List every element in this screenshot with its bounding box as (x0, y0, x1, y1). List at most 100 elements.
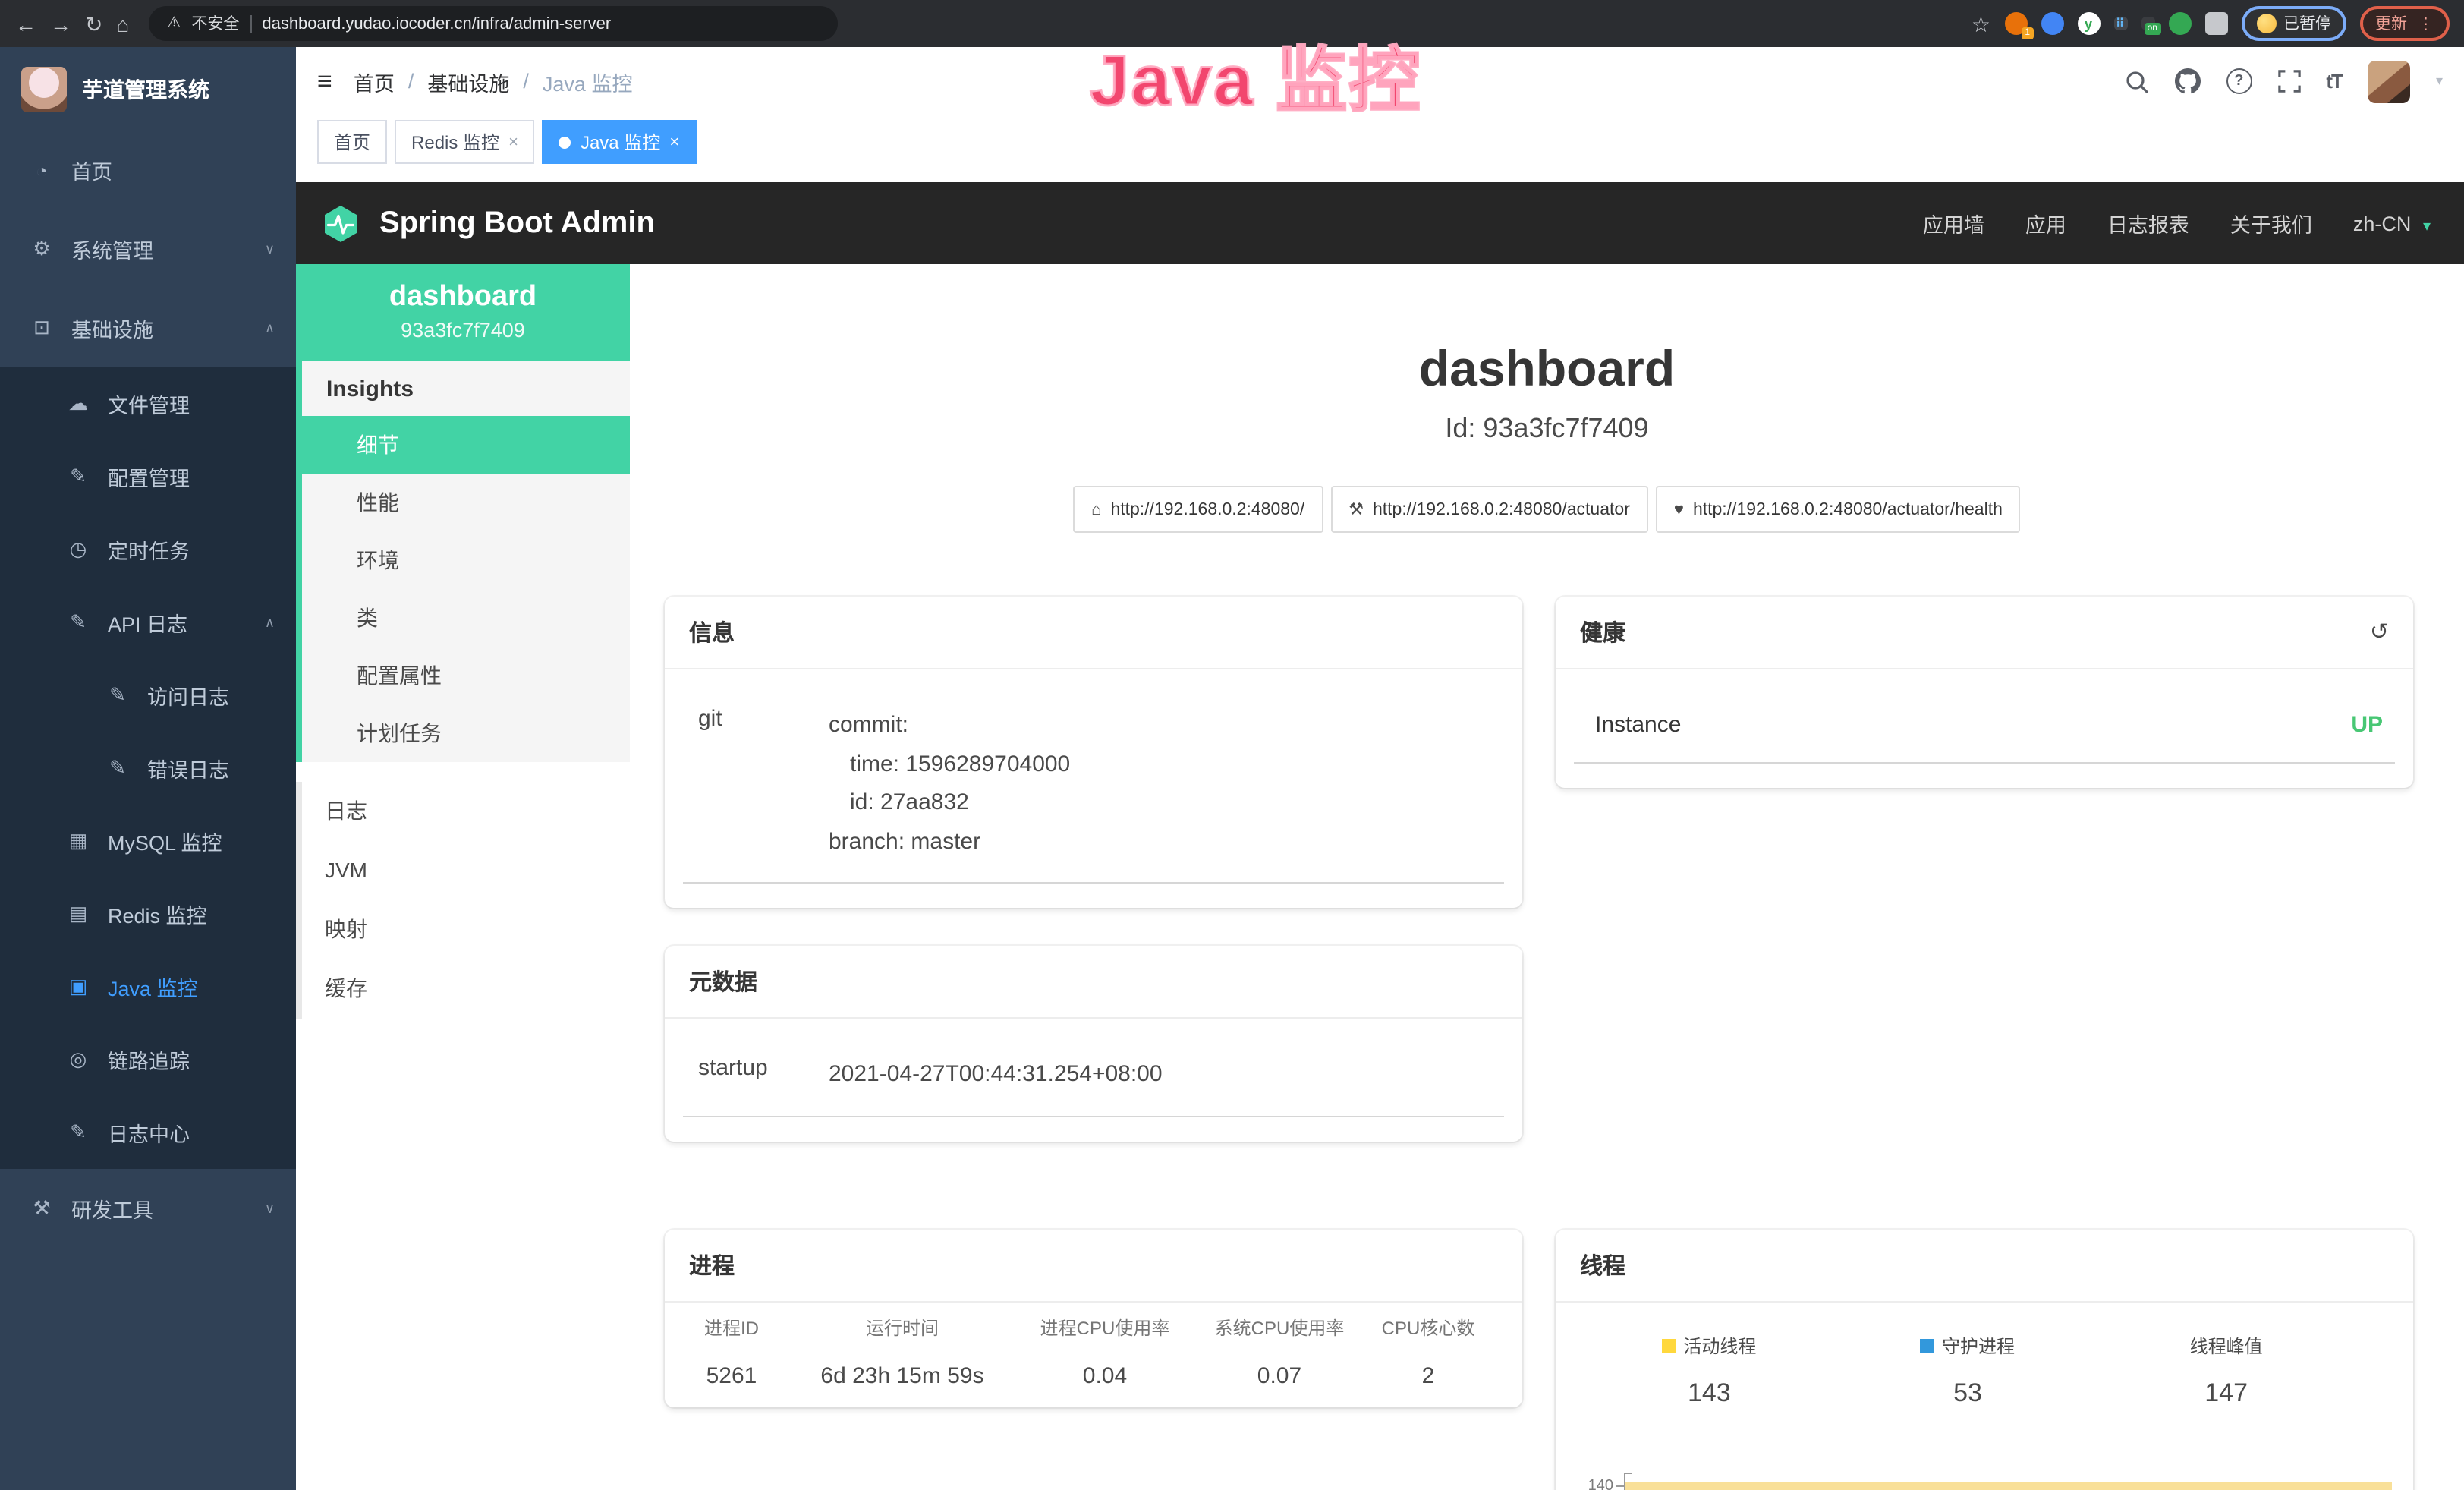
extension-icon-green[interactable] (2168, 12, 2191, 35)
sidebar-item-java-monitor[interactable]: ▣ Java 监控 (0, 950, 296, 1023)
breadcrumb-infrastructure[interactable]: 基础设施 (427, 66, 509, 96)
info-row-git: git commit: time: 1596289704000 id: 27aa… (683, 691, 1504, 884)
instance-id: 93a3fc7f7409 (302, 319, 624, 342)
gear-icon: ⚙ (30, 237, 53, 261)
toolbox-icon: ⚒ (30, 1196, 53, 1221)
menu-item-caches[interactable]: 缓存 (302, 959, 630, 1019)
menu-item-environment[interactable]: 环境 (302, 531, 630, 589)
menu-item-mappings[interactable]: 映射 (302, 900, 630, 959)
menu-item-details[interactable]: 细节 (302, 416, 630, 474)
cards-row-3: 进程 进程ID 运行时间 进程CPU使用率 系统CPU使用率 CPU核心数 (665, 1229, 2412, 1490)
menu-item-logging[interactable]: 日志 (302, 782, 630, 841)
service-url: http://192.168.0.2:48080/ (1110, 500, 1304, 518)
sidebar-item-redis-monitor[interactable]: ▤ Redis 监控 (0, 877, 296, 950)
sidebar-item-infrastructure[interactable]: ⊡ 基础设施 ∧ (0, 288, 296, 367)
history-icon[interactable]: ↺ (2370, 621, 2389, 644)
locale-label: zh-CN (2353, 212, 2412, 235)
menu-item-config-props[interactable]: 配置属性 (302, 647, 630, 704)
legend-label: 守护进程 (1942, 1332, 2015, 1358)
extension-icon-green-y[interactable]: y (2077, 12, 2100, 35)
legend-label: 线程峰值 (2190, 1332, 2263, 1358)
health-row-instance[interactable]: Instance UP (1574, 691, 2395, 764)
search-icon[interactable] (2124, 69, 2148, 93)
tab-home[interactable]: 首页 (317, 120, 387, 164)
help-icon[interactable]: ? (2226, 68, 2252, 94)
y-axis-tick-label: 140 (1574, 1477, 1613, 1490)
address-bar[interactable]: ⚠ 不安全 dashboard.yudao.iocoder.cn/infra/a… (149, 6, 838, 41)
app-logo-row[interactable]: 芋道管理系统 (0, 47, 296, 131)
edit-icon: ✎ (67, 610, 90, 635)
breadcrumb-home[interactable]: 首页 (354, 66, 395, 96)
tab-java-monitor[interactable]: Java 监控 × (543, 120, 696, 164)
chrome-update-button[interactable]: 更新 ⋮ (2360, 6, 2449, 41)
sidebar-item-file-manage[interactable]: ☁ 文件管理 (0, 367, 296, 440)
sba-locale-select[interactable]: zh-CN ▾ (2353, 212, 2431, 235)
extensions-puzzle-icon[interactable] (2204, 12, 2227, 35)
tags-view-bar: 首页 Redis 监控 × Java 监控 × (296, 115, 2464, 182)
chevron-down-icon: ▾ (2423, 218, 2431, 235)
main-column: ≡ 首页 / 基础设施 / Java 监控 ? tT ▾ (296, 47, 2464, 1490)
info-key: git (689, 706, 829, 861)
font-size-icon[interactable]: tT (2326, 70, 2342, 93)
sidebar-item-system[interactable]: ⚙ 系统管理 ∨ (0, 209, 296, 288)
extension-icon-grid[interactable]: ⠿ (2113, 17, 2127, 30)
tab-redis-monitor[interactable]: Redis 监控 × (395, 120, 535, 164)
sidebar-item-config-manage[interactable]: ✎ 配置管理 (0, 440, 296, 513)
sba-nav-applications[interactable]: 应用 (2025, 208, 2066, 238)
sidebar-toggle-icon[interactable]: ≡ (317, 66, 332, 96)
avatar-caret-icon[interactable]: ▾ (2436, 73, 2443, 90)
sba-body: dashboard 93a3fc7f7409 Insights 细节 性能 环境… (296, 264, 2464, 1490)
fullscreen-icon[interactable] (2277, 70, 2300, 93)
service-url-button[interactable]: ⌂ http://192.168.0.2:48080/ (1073, 486, 1323, 533)
git-branch-line: branch: master (829, 822, 1498, 861)
breadcrumb-separator: / (408, 70, 414, 93)
actuator-url-button[interactable]: ⚒ http://192.168.0.2:48080/actuator (1330, 486, 1648, 533)
sidebar-item-api-log[interactable]: ✎ API 日志 ∧ (0, 586, 296, 659)
insights-section-title: Insights (302, 361, 630, 416)
threads-body: 活动线程 守护进程 线程峰值 (1556, 1302, 2413, 1490)
sba-nav-wallboard[interactable]: 应用墙 (1923, 208, 1984, 238)
profile-badge[interactable]: 已暂停 (2241, 6, 2346, 41)
sba-brand-title[interactable]: Spring Boot Admin (379, 206, 655, 241)
sidebar-item-error-log[interactable]: ✎ 错误日志 (0, 732, 296, 805)
sidebar-item-label: 基础设施 (71, 313, 153, 343)
menu-item-classes[interactable]: 类 (302, 589, 630, 647)
breadcrumb-current: Java 监控 (543, 66, 633, 96)
sba-nav-about[interactable]: 关于我们 (2230, 208, 2312, 238)
menu-item-scheduled-tasks[interactable]: 计划任务 (302, 704, 630, 762)
browser-forward-icon[interactable]: → (50, 13, 71, 34)
peak-threads-value: 147 (2097, 1378, 2355, 1408)
instance-title-block: dashboard Id: 93a3fc7f7409 ⌂ http://192.… (630, 340, 2464, 533)
browser-reload-icon[interactable]: ↻ (85, 13, 102, 34)
extension-icon-blue[interactable] (2041, 12, 2063, 35)
github-icon[interactable] (2174, 68, 2200, 94)
browser-menu-icon[interactable]: ⋮ (2418, 14, 2434, 33)
menu-item-jvm[interactable]: JVM (302, 841, 630, 900)
sidebar-item-log-center[interactable]: ✎ 日志中心 (0, 1096, 296, 1169)
user-avatar[interactable] (2368, 60, 2410, 102)
close-icon[interactable]: × (508, 133, 518, 151)
health-card: 健康 ↺ Instance UP (1556, 597, 2413, 788)
sidebar-item-scheduled-jobs[interactable]: ◷ 定时任务 (0, 513, 296, 586)
menu-item-metrics[interactable]: 性能 (302, 474, 630, 531)
browser-home-icon[interactable]: ⌂ (116, 13, 129, 34)
sidebar-item-home[interactable]: ◔ 首页 (0, 131, 296, 209)
sba-nav-journal[interactable]: 日志报表 (2107, 208, 2189, 238)
extension-icon-orange[interactable]: 1 (2004, 12, 2027, 35)
y-axis-tick (1616, 1485, 1624, 1486)
sidebar-item-devtools[interactable]: ⚒ 研发工具 ∨ (0, 1169, 296, 1248)
profile-face-icon (2256, 14, 2276, 33)
sidebar-item-trace[interactable]: ◎ 链路追踪 (0, 1023, 296, 1096)
health-url-button[interactable]: ♥ http://192.168.0.2:48080/actuator/heal… (1656, 486, 2021, 533)
sidebar-item-mysql-monitor[interactable]: ▦ MySQL 监控 (0, 805, 296, 877)
live-threads-value: 143 (1580, 1378, 1839, 1408)
extension-icon-on[interactable]: on (2141, 17, 2154, 30)
browser-back-icon[interactable]: ← (15, 13, 36, 34)
bookmark-star-icon[interactable]: ☆ (1972, 13, 1990, 34)
admin-app: 芋道管理系统 ◔ 首页 ⚙ 系统管理 ∨ ⊡ 基础设施 ∧ ☁ 文件管理 (0, 47, 2464, 1490)
page-title: dashboard (630, 340, 2464, 398)
sidebar-item-label: 系统管理 (71, 234, 153, 264)
close-icon[interactable]: × (669, 133, 679, 151)
sidebar-item-access-log[interactable]: ✎ 访问日志 (0, 659, 296, 732)
chevron-up-icon: ∧ (265, 320, 275, 336)
